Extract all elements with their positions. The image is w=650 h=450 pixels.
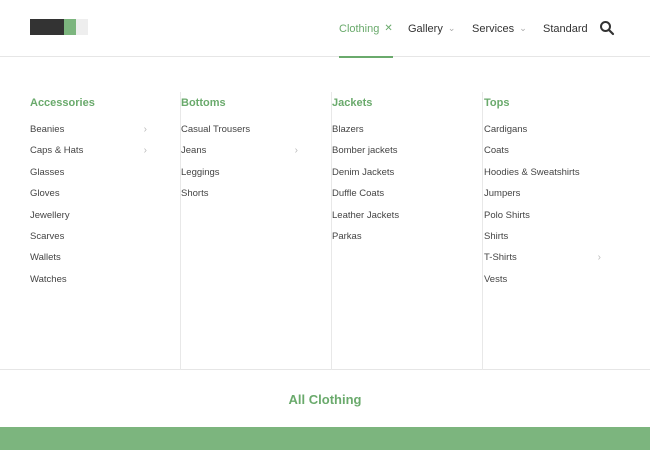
menu-item-label: Bomber jackets bbox=[332, 145, 398, 157]
nav-item-clothing[interactable]: Clothing ✕ bbox=[339, 0, 393, 58]
nav-item-services[interactable]: Services ⌄ bbox=[472, 0, 527, 57]
all-clothing-bar: All Clothing bbox=[0, 371, 650, 427]
chevron-right-icon: › bbox=[294, 145, 298, 157]
menu-item-label: Denim Jackets bbox=[332, 166, 395, 178]
menu-item-label: Hoodies & Sweatshirts bbox=[484, 166, 580, 178]
menu-item-label: Gloves bbox=[30, 188, 60, 200]
menu-item-label: Duffle Coats bbox=[332, 188, 385, 200]
menu-item[interactable]: Jeans › bbox=[181, 140, 306, 161]
footer-accent-band bbox=[0, 427, 650, 450]
menu-item[interactable]: Blazers bbox=[332, 119, 457, 140]
nav-item-label: Services bbox=[472, 22, 515, 35]
chevron-down-icon: ⌄ bbox=[519, 23, 527, 33]
menu-item[interactable]: Glasses bbox=[30, 162, 155, 183]
menu-item[interactable]: Gloves bbox=[30, 183, 155, 204]
menu-item-label: Coats bbox=[484, 145, 509, 157]
column-title: Tops bbox=[484, 97, 510, 109]
column-title: Accessories bbox=[30, 97, 95, 109]
menu-item[interactable]: Scarves bbox=[30, 226, 155, 247]
menu-item[interactable]: Denim Jackets bbox=[332, 162, 457, 183]
menu-item-label: Wallets bbox=[30, 252, 61, 264]
menu-column-jackets: Jackets Blazers Bomber jackets Denim Jac… bbox=[332, 92, 483, 370]
nav-item-label: Gallery bbox=[408, 22, 443, 35]
menu-item[interactable]: Shirts bbox=[484, 226, 609, 247]
menu-item[interactable]: T-Shirts › bbox=[484, 247, 609, 268]
close-icon[interactable]: ✕ bbox=[384, 23, 392, 34]
menu-item[interactable]: Parkas bbox=[332, 226, 457, 247]
menu-item[interactable]: Hoodies & Sweatshirts bbox=[484, 162, 609, 183]
nav-item-label: Clothing bbox=[339, 22, 380, 35]
menu-item[interactable]: Caps & Hats › bbox=[30, 140, 155, 161]
menu-item[interactable]: Wallets bbox=[30, 247, 155, 268]
logo-block-green bbox=[64, 19, 76, 35]
menu-column-tops: Tops Cardigans Coats Hoodies & Sweatshir… bbox=[484, 92, 635, 370]
menu-item[interactable]: Beanies › bbox=[30, 119, 155, 140]
menu-column-accessories: Accessories Beanies › Caps & Hats › Glasse… bbox=[30, 92, 181, 370]
menu-column-bottoms: Bottoms Casual Trousers Jeans › Leggings … bbox=[181, 92, 332, 370]
menu-item[interactable]: Vests bbox=[484, 269, 609, 290]
menu-item-label: Polo Shirts bbox=[484, 209, 530, 221]
chevron-right-icon: › bbox=[143, 124, 147, 135]
menu-item[interactable]: Leather Jackets bbox=[332, 205, 457, 226]
column-title: Bottoms bbox=[181, 97, 226, 109]
menu-item[interactable]: Bomber jackets bbox=[332, 140, 457, 161]
menu-item[interactable]: Watches bbox=[30, 269, 155, 290]
nav-item-gallery[interactable]: Gallery ⌄ bbox=[408, 0, 455, 57]
menu-item[interactable]: Leggings bbox=[181, 162, 306, 183]
mega-menu: Accessories Beanies › Caps & Hats › Glasse… bbox=[0, 58, 650, 370]
menu-item-label: Jewellery bbox=[30, 209, 70, 221]
menu-item[interactable]: Shorts bbox=[181, 183, 306, 204]
chevron-right-icon: › bbox=[597, 252, 601, 264]
menu-item[interactable]: Duffle Coats bbox=[332, 183, 457, 204]
menu-item[interactable]: Cardigans bbox=[484, 119, 609, 140]
logo-block-dark bbox=[30, 19, 64, 35]
menu-item-label: Leather Jackets bbox=[332, 209, 400, 221]
menu-item-label: Glasses bbox=[30, 166, 65, 178]
menu-item-label: Blazers bbox=[332, 124, 364, 135]
menu-item[interactable]: Jewellery bbox=[30, 205, 155, 226]
all-clothing-link[interactable]: All Clothing bbox=[289, 392, 362, 407]
nav-item-label: Standard bbox=[543, 22, 588, 35]
menu-item-label: Parkas bbox=[332, 230, 362, 242]
logo-block-light bbox=[76, 19, 88, 35]
chevron-down-icon: ⌄ bbox=[447, 23, 456, 33]
menu-item-label: Leggings bbox=[181, 166, 220, 178]
search-icon bbox=[600, 21, 615, 36]
nav-item-standard[interactable]: Standard bbox=[543, 0, 588, 57]
column-title: Jackets bbox=[332, 97, 373, 109]
site-logo[interactable] bbox=[30, 19, 88, 35]
menu-item-label: Cardigans bbox=[484, 124, 528, 135]
menu-item-label: T-Shirts bbox=[484, 252, 517, 264]
menu-item-label: Casual Trousers bbox=[181, 124, 251, 135]
menu-item-label: Jumpers bbox=[484, 188, 521, 200]
menu-item-label: Shirts bbox=[484, 230, 509, 242]
menu-item-label: Scarves bbox=[30, 230, 65, 242]
menu-item-label: Beanies bbox=[30, 124, 65, 135]
menu-item[interactable]: Jumpers bbox=[484, 183, 609, 204]
search-button[interactable] bbox=[599, 20, 615, 36]
menu-item-label: Jeans bbox=[181, 145, 207, 157]
menu-item-label: Shorts bbox=[181, 188, 209, 200]
menu-item-label: Caps & Hats bbox=[30, 145, 84, 157]
menu-item[interactable]: Casual Trousers bbox=[181, 119, 306, 140]
menu-item[interactable]: Coats bbox=[484, 140, 609, 161]
menu-item-label: Vests bbox=[484, 273, 508, 285]
menu-item[interactable]: Polo Shirts bbox=[484, 205, 609, 226]
site-header: Clothing ✕ Gallery ⌄ Services ⌄ Standard bbox=[0, 0, 650, 58]
menu-item-label: Watches bbox=[30, 273, 67, 285]
chevron-right-icon: › bbox=[143, 145, 147, 157]
